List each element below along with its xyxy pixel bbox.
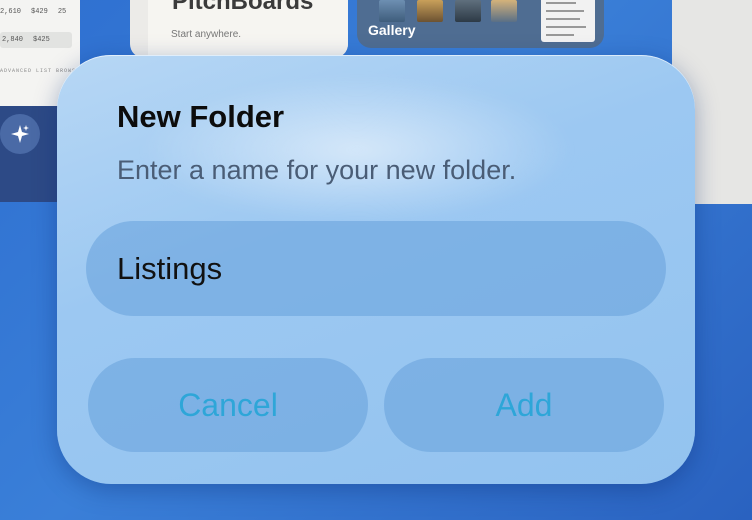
cell: 25 [57,8,67,16]
cell: $425 [33,36,50,44]
gallery-thumbnail [379,0,405,22]
folder-name-input[interactable] [86,221,666,316]
spreadsheet-row: 2,610 $429 25 [0,8,72,16]
sparkle-icon [11,125,29,143]
dialog-title: New Folder [117,99,285,134]
gallery-thumbnail [455,0,481,22]
cell: 2,840 [2,36,24,44]
cell: 2,610 [0,8,22,16]
dialog-glow [137,75,577,225]
background-card-gallery[interactable]: Gallery [357,0,604,48]
sparkle-button[interactable] [0,114,40,154]
dialog-message: Enter a name for your new folder. [117,155,517,185]
gallery-document-preview [541,0,595,42]
gallery-thumbnail [417,0,443,22]
background-card-pitchboards[interactable]: PitchBoards Start anywhere. [130,0,348,58]
gallery-thumbnail [491,0,517,22]
new-folder-dialog: New Folder Enter a name for your new fol… [57,55,695,484]
pitchboards-subtitle: Start anywhere. [171,29,242,40]
pitchboards-title: PitchBoards [172,0,314,15]
cancel-button[interactable]: Cancel [88,358,368,452]
cell: $429 [31,8,48,16]
add-button[interactable]: Add [384,358,664,452]
gallery-label: Gallery [368,22,416,38]
spreadsheet-row: 2,840 $425 [0,32,72,48]
spreadsheet-footer: ADVANCED LIST BROWSE [0,68,80,74]
